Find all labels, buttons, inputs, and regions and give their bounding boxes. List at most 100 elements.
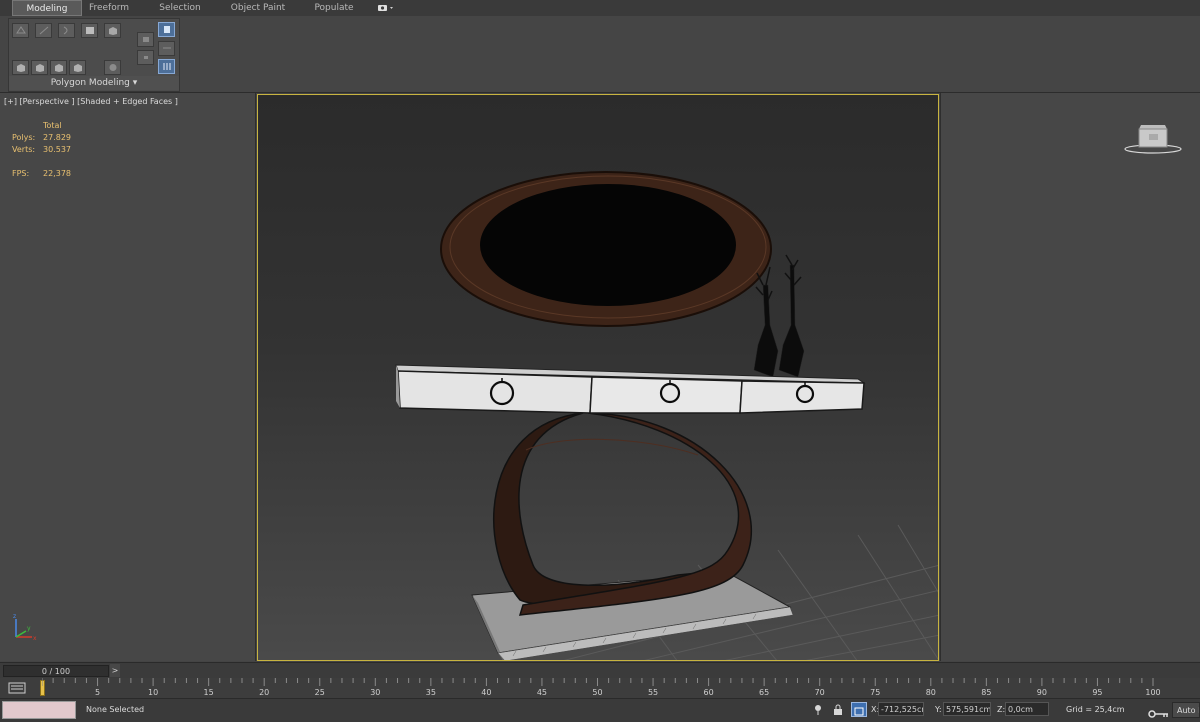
statistics-overlay: Total Polys: 27.829 Verts: 30.537 FPS: 22,3… — [12, 120, 71, 180]
y-coord-label: Y: — [935, 705, 942, 714]
absolute-mode-icon — [854, 707, 864, 716]
track-tick-label: 60 — [703, 688, 714, 697]
time-slider-bar: 0 / 100 > — [0, 662, 1200, 679]
z-coord-label: Z: — [997, 705, 1006, 714]
lock-icon[interactable] — [833, 704, 843, 716]
maxscript-listener[interactable] — [2, 701, 76, 719]
ignore-backfacing-button[interactable] — [158, 22, 175, 37]
key-icon[interactable] — [1148, 709, 1170, 719]
group-label[interactable]: Polygon Modeling ▾ — [9, 76, 179, 90]
tab-freeform[interactable]: Freeform — [82, 0, 136, 16]
chevron-down-icon: ▾ — [132, 78, 138, 88]
tab-selection[interactable]: Selection — [150, 0, 210, 16]
track-tick-label: 15 — [203, 688, 214, 697]
tab-populate[interactable]: Populate — [305, 0, 363, 16]
track-tick-label: 80 — [925, 688, 936, 697]
grow-button[interactable] — [137, 32, 154, 47]
x-coord-field[interactable]: -712,525cm — [878, 702, 924, 716]
stats-fps-label: FPS: — [12, 169, 30, 178]
track-tick-label: 45 — [536, 688, 548, 697]
track-tick-labels: 5 10 15 20 25 30 35 40 45 50 55 60 65 70 75 80 85 90 95 100 — [42, 678, 1161, 698]
status-bar: None Selected X: -712,525cm Y: 575,591cm… — [0, 698, 1200, 722]
stats-fps-value: 22,378 — [43, 169, 71, 178]
track-tick-label: 50 — [592, 688, 603, 697]
next-frame-button[interactable]: > — [110, 664, 120, 677]
axis-y-label: y — [27, 625, 31, 632]
track-tick-label: 25 — [314, 688, 325, 697]
polygon-modeling-group: Polygon Modeling ▾ — [8, 18, 180, 92]
show-end-result-button[interactable] — [69, 60, 86, 75]
viewport-right[interactable] — [940, 93, 1200, 661]
axis-x-label: x — [33, 635, 37, 642]
track-tick-label: 10 — [148, 688, 159, 697]
ring-button[interactable] — [158, 41, 175, 56]
track-bar-icon[interactable] — [8, 682, 26, 694]
track-tick-label: 95 — [1092, 688, 1103, 697]
tab-modeling[interactable]: Modeling — [12, 0, 82, 16]
polygon-icon — [86, 27, 94, 34]
ring-icon — [163, 47, 171, 49]
track-tick-label: 100 — [1145, 688, 1161, 697]
track-tick-label: 70 — [814, 688, 825, 697]
grid-size: Grid = 25,4cm — [1066, 705, 1125, 714]
edge-button[interactable] — [35, 23, 52, 38]
stats-total-label: Total — [43, 121, 62, 130]
shrink-button[interactable] — [137, 50, 154, 65]
viewport-label[interactable]: [+] [Perspective ] [Shaded + Edged Faces… — [4, 97, 178, 106]
track-tick-label: 75 — [870, 688, 881, 697]
track-tick-label: 65 — [759, 688, 770, 697]
element-icon — [109, 27, 117, 35]
backface-icon — [164, 26, 170, 33]
element-button[interactable] — [104, 23, 121, 38]
track-tick-label: 5 — [95, 688, 101, 697]
cube-icon — [36, 64, 44, 72]
edge-icon — [39, 26, 49, 35]
stats-polys-value: 27.829 — [43, 133, 71, 142]
viewcube-icon[interactable] — [1121, 119, 1185, 155]
stats-verts-label: Verts: — [12, 145, 36, 154]
modify-mode-button[interactable] — [12, 60, 29, 75]
shrink-icon — [144, 56, 148, 59]
axis-tripod-icon: x y z — [13, 613, 37, 642]
preview-button[interactable] — [104, 60, 121, 75]
polygon-button[interactable] — [81, 23, 98, 38]
stats-verts-value: 30.537 — [43, 145, 71, 154]
track-tick-label: 20 — [259, 688, 270, 697]
oval-mirror — [440, 171, 772, 327]
ribbon-panel: Polygon Modeling ▾ — [0, 16, 1200, 93]
track-tick-label: 90 — [1036, 688, 1047, 697]
time-slider[interactable]: 0 / 100 — [3, 665, 109, 677]
circle-icon — [109, 64, 117, 71]
track-tick-label: 40 — [481, 688, 492, 697]
border-button[interactable] — [58, 23, 75, 38]
absolute-mode-button[interactable] — [851, 702, 867, 717]
ribbon-options-button[interactable] — [375, 0, 397, 16]
stats-polys-label: Polys: — [12, 133, 36, 142]
track-tick-label: 55 — [647, 688, 659, 697]
camera-icon — [378, 5, 393, 11]
vertex-icon — [16, 26, 26, 34]
loop-button[interactable] — [158, 59, 175, 74]
track-tick-label: 35 — [425, 688, 436, 697]
cube-icon — [74, 64, 82, 72]
scene-render — [395, 171, 938, 660]
grow-icon — [143, 37, 149, 42]
cube-icon — [55, 64, 63, 72]
y-coord-field[interactable]: 575,591cm — [943, 702, 991, 716]
track-tick-label: 30 — [370, 688, 381, 697]
pin-icon[interactable] — [813, 704, 823, 716]
loop-icon — [163, 63, 171, 70]
border-icon — [63, 26, 68, 35]
selection-status: None Selected — [86, 705, 145, 714]
group-label-text: Polygon Modeling — [50, 78, 130, 88]
collapse-stack-button[interactable] — [50, 60, 67, 75]
ribbon-tabs: Modeling Freeform Selection Object Paint… — [0, 0, 1200, 17]
vertex-button[interactable] — [12, 23, 29, 38]
viewport-left[interactable]: [+] [Perspective ] [Shaded + Edged Faces… — [0, 93, 256, 661]
perspective-viewport[interactable] — [257, 94, 939, 661]
edit-poly-button[interactable] — [31, 60, 48, 75]
auto-key-button[interactable]: Auto Key — [1172, 702, 1200, 718]
z-coord-field[interactable]: 0,0cm — [1005, 702, 1049, 716]
tab-object-paint[interactable]: Object Paint — [225, 0, 291, 16]
track-tick-label: 85 — [981, 688, 992, 697]
